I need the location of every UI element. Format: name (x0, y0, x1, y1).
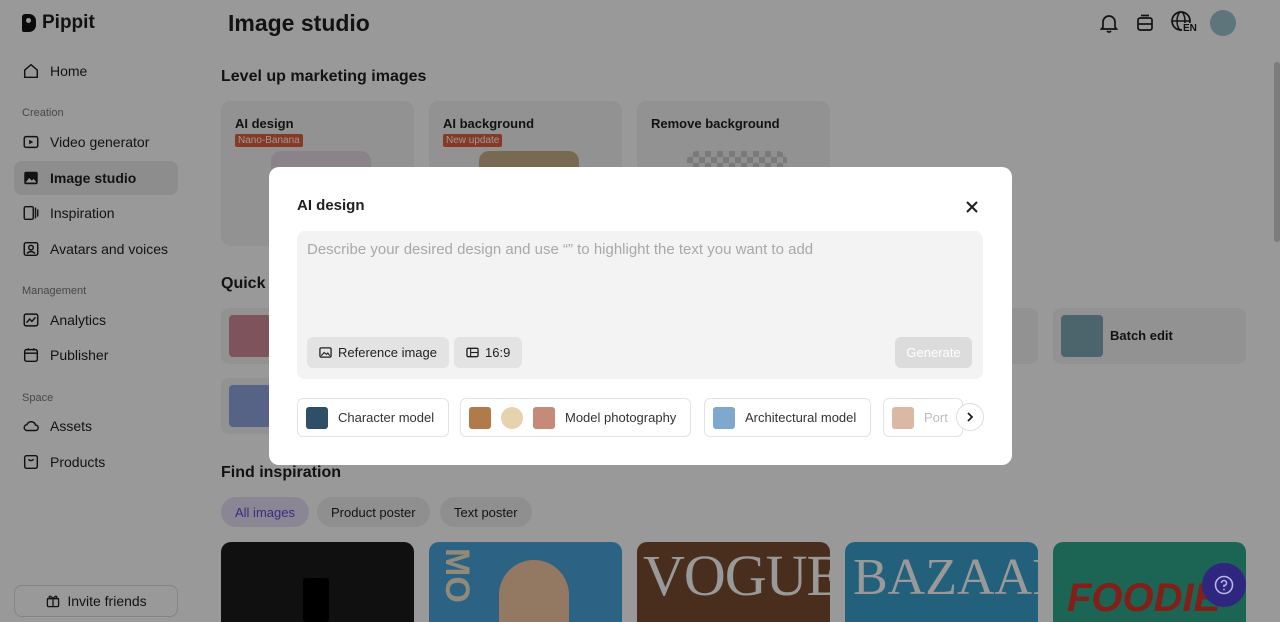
reference-image-button[interactable]: Reference image (307, 337, 449, 368)
preset-carousel: Character model Model photography Archit… (297, 398, 983, 437)
preset-label: Model photography (565, 410, 677, 425)
image-icon (319, 347, 332, 358)
prompt-input[interactable] (307, 241, 967, 321)
aspect-ratio-icon (466, 347, 479, 358)
preset-thumbnail (892, 406, 914, 429)
generate-button[interactable]: Generate (895, 337, 972, 368)
preset-thumbnail (713, 406, 735, 429)
close-icon (966, 201, 978, 213)
prompt-box: Reference image 16:9 Generate (297, 231, 983, 379)
preset-thumbnail (501, 406, 523, 429)
preset-architectural-model[interactable]: Architectural model (704, 398, 872, 437)
ai-design-modal: AI design Reference image 16:9 Generate … (269, 167, 1012, 465)
aspect-ratio-label: 16:9 (485, 345, 511, 360)
chevron-right-icon (967, 412, 974, 422)
preset-label: Character model (338, 410, 435, 425)
preset-model-photography[interactable]: Model photography (460, 398, 692, 437)
preset-thumbnail (306, 406, 328, 429)
preset-portrait[interactable]: Port (883, 398, 963, 437)
preset-label: Port (924, 410, 948, 425)
preset-character-model[interactable]: Character model (297, 398, 450, 437)
aspect-ratio-button[interactable]: 16:9 (454, 337, 523, 368)
help-icon (1214, 575, 1234, 595)
carousel-next-button[interactable] (956, 403, 984, 431)
preset-thumbnail (469, 406, 491, 429)
reference-image-label: Reference image (338, 345, 437, 360)
preset-thumbnail (533, 406, 555, 429)
preset-label: Architectural model (745, 410, 857, 425)
close-button[interactable] (961, 196, 983, 218)
help-button[interactable] (1202, 563, 1246, 607)
modal-title: AI design (297, 197, 365, 214)
